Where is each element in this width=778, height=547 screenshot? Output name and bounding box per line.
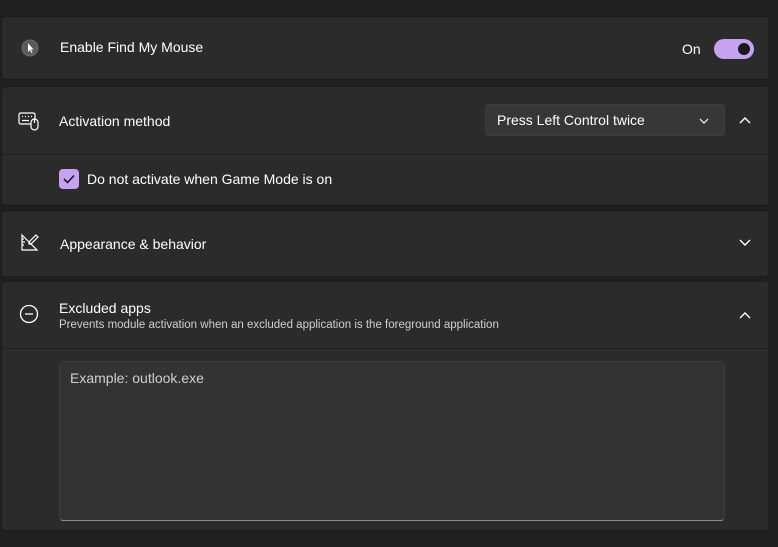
appearance-behavior-label: Appearance & behavior (60, 236, 207, 252)
activation-method-header[interactable]: Activation method Press Left Control twi… (1, 86, 769, 155)
activation-method-label: Activation method (59, 113, 171, 129)
game-mode-label: Do not activate when Game Mode is on (87, 171, 333, 187)
game-mode-row: Do not activate when Game Mode is on (1, 156, 769, 206)
excluded-apps-textarea[interactable] (59, 361, 725, 521)
excluded-apps-header[interactable]: Excluded apps Prevents module activation… (1, 281, 769, 349)
excluded-apps-description: Prevents module activation when an exclu… (59, 319, 499, 331)
keyboard-mouse-icon (18, 110, 40, 132)
chevron-down-icon (696, 113, 712, 129)
chevron-down-icon[interactable] (737, 235, 753, 251)
excluded-apps-label: Excluded apps (59, 300, 151, 316)
activation-method-selected: Press Left Control twice (497, 112, 645, 128)
activation-method-dropdown[interactable]: Press Left Control twice (485, 104, 725, 136)
toggle-state-label: On (682, 41, 701, 57)
chevron-up-icon[interactable] (737, 112, 753, 128)
game-mode-checkbox[interactable] (59, 169, 79, 189)
minus-circle-icon (18, 303, 40, 325)
enable-find-my-mouse-toggle[interactable] (714, 39, 754, 59)
chevron-up-icon[interactable] (737, 307, 753, 323)
design-ruler-icon (19, 232, 41, 254)
enable-find-my-mouse-card: Enable Find My Mouse On (1, 16, 769, 80)
appearance-behavior-card[interactable]: Appearance & behavior (1, 210, 769, 277)
checkmark-icon (63, 174, 75, 184)
toggle-knob (738, 43, 750, 55)
settings-page: Enable Find My Mouse On Activation metho… (0, 0, 778, 547)
mouse-pointer-icon (20, 38, 40, 58)
enable-find-my-mouse-label: Enable Find My Mouse (60, 39, 204, 55)
